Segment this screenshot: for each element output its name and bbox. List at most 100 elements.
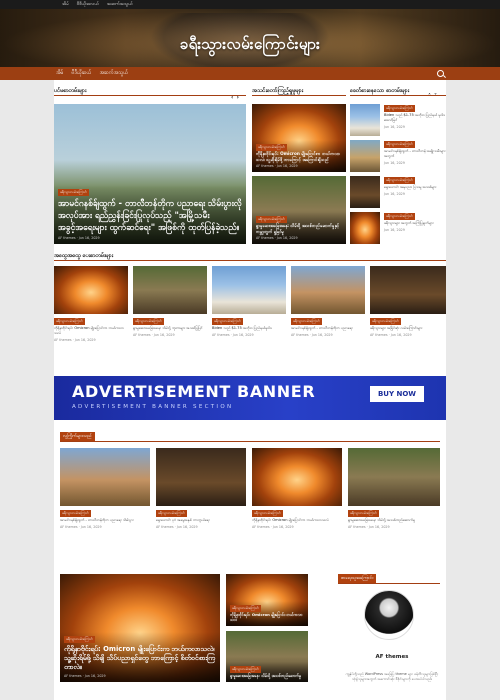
- grid-card-title[interactable]: ခရီးသွားများ အမြိုင်ဆုံး လမ်းကြောင်းများ: [370, 326, 446, 331]
- category-badge[interactable]: ခရီးသွားလမ်းကြောင်း: [64, 636, 95, 643]
- category-badge[interactable]: ခရီးသွားလမ်းကြောင်း: [230, 666, 261, 673]
- advertisement-banner[interactable]: ADVERTISEMENT BANNER ADVERTISEMENT BANNE…: [54, 376, 446, 420]
- buy-now-button[interactable]: BUY NOW: [370, 386, 424, 402]
- article-author[interactable]: AF themes: [156, 525, 174, 529]
- article-author[interactable]: AF themes: [64, 674, 82, 678]
- category-badge[interactable]: ခရီးသွားလမ်းကြောင်း: [58, 189, 89, 196]
- author-avatar[interactable]: [364, 590, 414, 640]
- article-author[interactable]: AF themes: [212, 333, 230, 337]
- featured-headline[interactable]: အာမင်ဂနစ်ခ်ျထွက် - တာလီဘန်တိုက ပညာရေး သိ…: [58, 198, 242, 234]
- article-author[interactable]: AF themes: [291, 333, 309, 337]
- grid-card: ခရီးသွားလမ်းကြောင်း Biden သည် $1.75 အတို…: [212, 318, 286, 337]
- article-author[interactable]: AF themes: [256, 236, 274, 240]
- grid-card-title[interactable]: ရွာမှုဆေးအခြေအနေ: သိမ်းပို့ ဘူတာများ အသစ…: [133, 326, 207, 331]
- site-title[interactable]: ခရီးသွားလမ်းကြောင်းများ: [0, 35, 500, 57]
- category-badge[interactable]: ခရီးသွားလမ်းကြောင်း: [212, 318, 243, 325]
- popular-article-image[interactable]: ခရီးသွားလမ်းကြောင်း ရွာမှုဆေးအခြေအနေ: သိ…: [252, 176, 346, 244]
- trending-card-title[interactable]: ကိုရိုနာဗိုင်းရပ်: Omicron မျိုးပြောင်းက…: [252, 518, 342, 523]
- category-badge[interactable]: ခရီးသွားလမ်းကြောင်း: [291, 318, 322, 325]
- article-date: Jun 16, 2029: [176, 525, 198, 529]
- search-icon[interactable]: [437, 70, 444, 77]
- trending-card-title[interactable]: ရွာမှုဆေးအခြေအနေ: သိမ်းပို့ အသစ်တည်ဆောက်…: [348, 518, 440, 523]
- category-badge[interactable]: ခရီးသွားလမ်းကြောင်း: [230, 605, 261, 612]
- trending-thumb[interactable]: [156, 448, 246, 506]
- latest-item-title[interactable]: ခရီးသွားများ အတွက် အကြံပြုချက်များ: [384, 221, 446, 226]
- trending-card-title[interactable]: အာမင်ဂနစ်ခ်ျထွက် - တာလီဘန်တိုက ပညာရေး သိ…: [60, 518, 150, 523]
- chevron-up-icon[interactable]: ˄: [428, 93, 431, 100]
- grid-card-title[interactable]: Biden သည် $1.75 အတိုးဝ ပြည်နယ်မူဝါဒ: [212, 326, 286, 331]
- side-article-image[interactable]: ခရီးသွားလမ်းကြောင်း ရွာမှုဆေးအခြေအနေ: သိ…: [226, 631, 308, 682]
- grid-thumb[interactable]: [291, 266, 365, 314]
- latest-item-title[interactable]: အာမင်ဂနစ်ခ်ျထွက် - တာလီဘန် အမျိုးသမီးမျာ…: [384, 149, 446, 159]
- trending-thumb[interactable]: [60, 448, 150, 506]
- popular-article-image[interactable]: ခရီးသွားလမ်းကြောင်း ကိုရိုနာဗိုင်းရပ်: O…: [252, 104, 346, 172]
- chevron-right-icon[interactable]: ›: [236, 94, 238, 101]
- featured-article-image[interactable]: ခရီးသွားလမ်းကြောင်း အာမင်ဂနစ်ခ်ျထွက် - တ…: [54, 104, 246, 244]
- category-badge[interactable]: ခရီးသွားလမ်းကြောင်း: [348, 510, 379, 517]
- grid-card-title[interactable]: အာမင်ဂနစ်ခ်ျထွက် - တာလီဘန်တိုက ပညာရေး: [291, 326, 365, 331]
- trending-card-title[interactable]: ရှေးဟောင်း ပုဂံ အမွေအနှစ် ကာကွယ်ရေး: [156, 518, 246, 523]
- popular-article-title[interactable]: ရွာမှုဆေးအခြေအနေ: သိမ်းပို့ အသစ်တည်ဆောက်…: [256, 223, 342, 234]
- trending-section-title: လူကြိုက်များသည်: [60, 432, 95, 441]
- nav-item-videos[interactable]: ဗီဒီယိုဆယ်: [71, 70, 91, 77]
- grid-thumb[interactable]: [212, 266, 286, 314]
- category-badge[interactable]: ခရီးသွားလမ်းကြောင်း: [54, 318, 85, 325]
- latest-thumb[interactable]: [350, 104, 380, 136]
- nav-item-home[interactable]: အိမ်: [56, 70, 63, 77]
- article-date: Jun 16, 2029: [272, 525, 294, 529]
- article-author[interactable]: AF themes: [370, 333, 388, 337]
- chevron-down-icon[interactable]: ˅: [434, 93, 437, 100]
- latest-thumb[interactable]: [350, 176, 380, 208]
- latest-item: ခရီးသွားလမ်းကြောင်း ရှေးဟောင်း အနုပညာ ပြ…: [384, 177, 446, 196]
- category-badge[interactable]: ခရီးသွားလမ်းကြောင်း: [256, 144, 287, 151]
- category-badge[interactable]: ခရီးသွားလမ်းကြောင်း: [60, 510, 91, 517]
- grid-card-title[interactable]: ကိုရိုနာဗိုင်းရပ်: Omicron မျိုးပြောင်းက…: [54, 326, 128, 336]
- ad-subtitle: ADVERTISEMENT BANNER SECTION: [72, 404, 234, 410]
- big-article-title[interactable]: ကိုရိုနာဗိုင်းရပ်: Omicron မျိုးပြောင်းက…: [64, 645, 216, 672]
- chevron-left-icon[interactable]: ‹: [231, 94, 233, 101]
- latest-item-title[interactable]: Biden သည် $1.75 အတိုးဝ ပြည်နယ် မူဝါဒ အော…: [384, 113, 446, 123]
- grid-thumb[interactable]: [370, 266, 446, 314]
- trending-thumb[interactable]: [348, 448, 440, 506]
- trending-card: ခရီးသွားလမ်းကြောင်း ရွာမှုဆေးအခြေအနေ: သိ…: [348, 510, 440, 529]
- article-author[interactable]: AF themes: [54, 338, 72, 342]
- article-author[interactable]: AF themes: [256, 164, 274, 168]
- article-author[interactable]: AF themes: [133, 333, 151, 337]
- trending-thumb[interactable]: [252, 448, 342, 506]
- category-badge[interactable]: ခရီးသွားလမ်းကြောင်း: [133, 318, 164, 325]
- article-author[interactable]: AF themes: [58, 236, 76, 240]
- article-date: Jun 16, 2029: [276, 164, 298, 168]
- top-link-contact[interactable]: အဆက်အသွယ်: [107, 2, 133, 8]
- latest-item-title[interactable]: ရှေးဟောင်း အနုပညာ ပြသမှု အသစ်များ: [384, 185, 446, 190]
- latest-thumb[interactable]: [350, 140, 380, 172]
- side-article-image[interactable]: ခရီးသွားလမ်းကြောင်း ကိုရိုနာဗိုင်းရပ်: O…: [226, 574, 308, 626]
- top-link-home[interactable]: အိမ်: [62, 2, 69, 8]
- category-badge[interactable]: ခရီးသွားလမ်းကြောင်း: [156, 510, 187, 517]
- article-date: Jun 16, 2029: [384, 125, 405, 129]
- side-article-title[interactable]: ရွာမှုဆေးအခြေအနေ: သိမ်းပို့ အသစ်တည်ဆောက်…: [230, 673, 304, 678]
- category-badge[interactable]: ခရီးသွားလမ်းကြောင်း: [252, 510, 283, 517]
- grid-card: ခရီးသွားလမ်းကြောင်း အာမင်ဂနစ်ခ်ျထွက် - တ…: [291, 318, 365, 337]
- all-posts-section-title: အထွေအထွေ ပေးစာတမ်းများ: [54, 253, 114, 259]
- author-name[interactable]: AF themes: [338, 654, 446, 660]
- category-badge[interactable]: ခရီးသွားလမ်းကြောင်း: [384, 105, 415, 112]
- category-badge[interactable]: ခရီးသွားလမ်းကြောင်း: [370, 318, 401, 325]
- trending-card: ခရီးသွားလမ်းကြောင်း ရှေးဟောင်း ပုဂံ အမွေ…: [156, 510, 246, 529]
- category-badge[interactable]: ခရီးသွားလမ်းကြောင်း: [384, 177, 415, 184]
- latest-thumb[interactable]: [350, 212, 380, 244]
- category-badge[interactable]: ခရီးသွားလမ်းကြောင်း: [384, 213, 415, 220]
- article-author[interactable]: AF themes: [60, 525, 78, 529]
- article-author[interactable]: AF themes: [348, 525, 366, 529]
- article-author[interactable]: AF themes: [252, 525, 270, 529]
- grid-card: ခရီးသွားလမ်းကြောင်း ကိုရိုနာဗိုင်းရပ်: O…: [54, 318, 128, 342]
- popular-article-title[interactable]: ကိုရိုနာဗိုင်းရပ်: Omicron မျိုးပြောင်းက…: [256, 151, 342, 162]
- grid-thumb[interactable]: [133, 266, 207, 314]
- top-link-videos[interactable]: ဗီဒီယိုအလယ်: [77, 2, 99, 8]
- nav-item-contact[interactable]: အဆက်အသွယ်: [99, 70, 128, 77]
- grid-thumb[interactable]: [54, 266, 128, 314]
- category-badge[interactable]: ခရီးသွားလမ်းကြောင်း: [384, 141, 415, 148]
- big-article-image[interactable]: ခရီးသွားလမ်းကြောင်း ကိုရိုနာဗိုင်းရပ်: O…: [60, 574, 220, 682]
- category-badge[interactable]: ခရီးသွားလမ်းကြောင်း: [256, 216, 287, 223]
- side-article-title[interactable]: ကိုရိုနာဗိုင်းရပ်: Omicron မျိုးပြောင်း …: [230, 612, 304, 622]
- article-date: Jun 16, 2029: [153, 333, 175, 337]
